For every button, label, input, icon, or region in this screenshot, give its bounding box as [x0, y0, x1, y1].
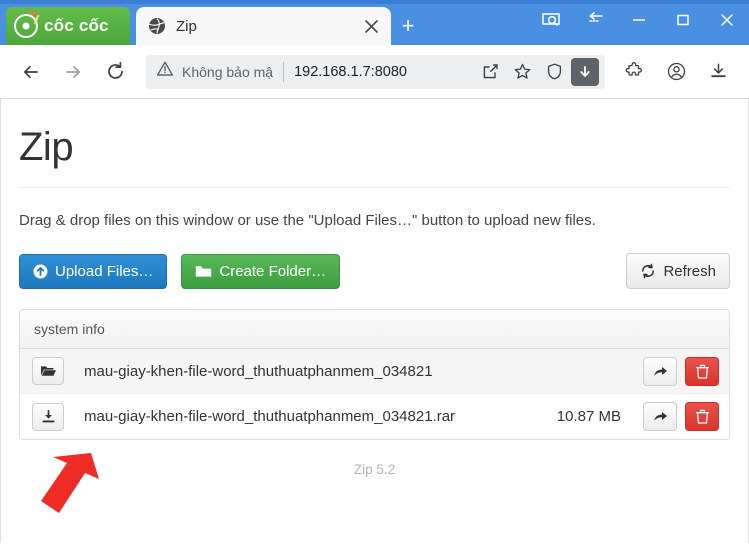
create-folder-label: Create Folder…	[219, 262, 327, 280]
browser-window: cốc cốc Zip + Không bảo mậ 192.168.1.7:8…	[0, 0, 749, 544]
brand-label: cốc cốc	[44, 16, 109, 35]
folder-icon	[195, 264, 212, 278]
tab-title: Zip	[176, 17, 197, 35]
folder-open-icon[interactable]	[32, 357, 64, 385]
shield-icon[interactable]	[539, 57, 569, 87]
download-icon[interactable]	[32, 402, 64, 431]
upload-files-label: Upload Files…	[55, 262, 154, 280]
plus-icon: +	[401, 13, 415, 38]
minimize-button[interactable]	[617, 5, 661, 35]
close-window-button[interactable]	[705, 5, 749, 35]
refresh-label: Refresh	[663, 262, 716, 280]
trash-icon[interactable]	[685, 402, 719, 431]
file-list-header: system info	[20, 310, 729, 349]
star-icon[interactable]	[507, 57, 537, 87]
screenshot-capture-button[interactable]	[529, 5, 573, 35]
row-actions	[635, 356, 719, 386]
page-content: Zip Drag & drop files on this window or …	[1, 99, 748, 477]
share-arrow-icon[interactable]	[643, 356, 677, 386]
row-actions	[635, 402, 719, 431]
action-button-row: Upload Files… Create Folder… Refresh	[19, 253, 730, 289]
file-size: 10.87 MB	[556, 408, 621, 425]
reload-button[interactable]	[98, 55, 132, 89]
warning-triangle-icon	[156, 60, 174, 83]
coccoc-brand-button[interactable]: cốc cốc	[6, 7, 130, 45]
upload-files-button[interactable]: Upload Files…	[19, 253, 168, 289]
browser-toolbar: Không bảo mậ 192.168.1.7:8080	[0, 45, 749, 99]
create-folder-button[interactable]: Create Folder…	[181, 253, 341, 289]
page-title: Zip	[19, 125, 74, 169]
upload-circle-icon	[33, 264, 48, 279]
downloads-button[interactable]	[701, 55, 735, 89]
share-box-icon[interactable]	[475, 57, 505, 87]
new-tab-button[interactable]: +	[393, 7, 423, 45]
omnibox-actions	[473, 57, 599, 87]
refresh-icon	[640, 263, 656, 279]
title-bar-edge	[0, 0, 749, 4]
coccoc-logo-icon	[14, 14, 38, 38]
title-bar: cốc cốc Zip +	[0, 0, 749, 45]
page-viewport: Zip Drag & drop files on this window or …	[0, 99, 749, 543]
omnibox-divider	[283, 61, 285, 82]
file-name: mau-giay-khen-file-word_thuthuatphanmem_…	[84, 408, 456, 425]
table-row[interactable]: mau-giay-khen-file-word_thuthuatphanmem_…	[20, 394, 729, 439]
close-icon[interactable]	[361, 16, 381, 36]
maximize-button[interactable]	[661, 5, 705, 35]
download-arrow-icon[interactable]	[571, 57, 599, 86]
file-name: mau-giay-khen-file-word_thuthuatphanmem_…	[84, 362, 433, 380]
forward-button[interactable]	[56, 55, 90, 89]
refresh-button[interactable]: Refresh	[626, 253, 730, 289]
back-gesture-button[interactable]	[573, 5, 617, 35]
trash-icon[interactable]	[685, 356, 719, 386]
security-status-label: Không bảo mậ	[182, 63, 274, 80]
file-list-panel: system info mau-giay-khen-file-word_thut…	[19, 309, 730, 440]
window-controls	[529, 1, 749, 45]
address-bar[interactable]: Không bảo mậ 192.168.1.7:8080	[146, 54, 605, 89]
table-row[interactable]: mau-giay-khen-file-word_thuthuatphanmem_…	[20, 349, 729, 394]
page-description: Drag & drop files on this window or use …	[19, 212, 596, 229]
extensions-button[interactable]	[617, 55, 651, 89]
browser-tab-zip[interactable]: Zip	[136, 7, 391, 45]
globe-icon	[148, 17, 166, 35]
back-button[interactable]	[14, 55, 48, 89]
title-divider	[19, 187, 730, 188]
url-text: 192.168.1.7:8080	[294, 63, 407, 80]
share-arrow-icon[interactable]	[643, 402, 677, 431]
page-footer: Zip 5.2	[353, 462, 396, 477]
toolbar-right-actions	[611, 55, 737, 89]
profile-button[interactable]	[659, 55, 693, 89]
